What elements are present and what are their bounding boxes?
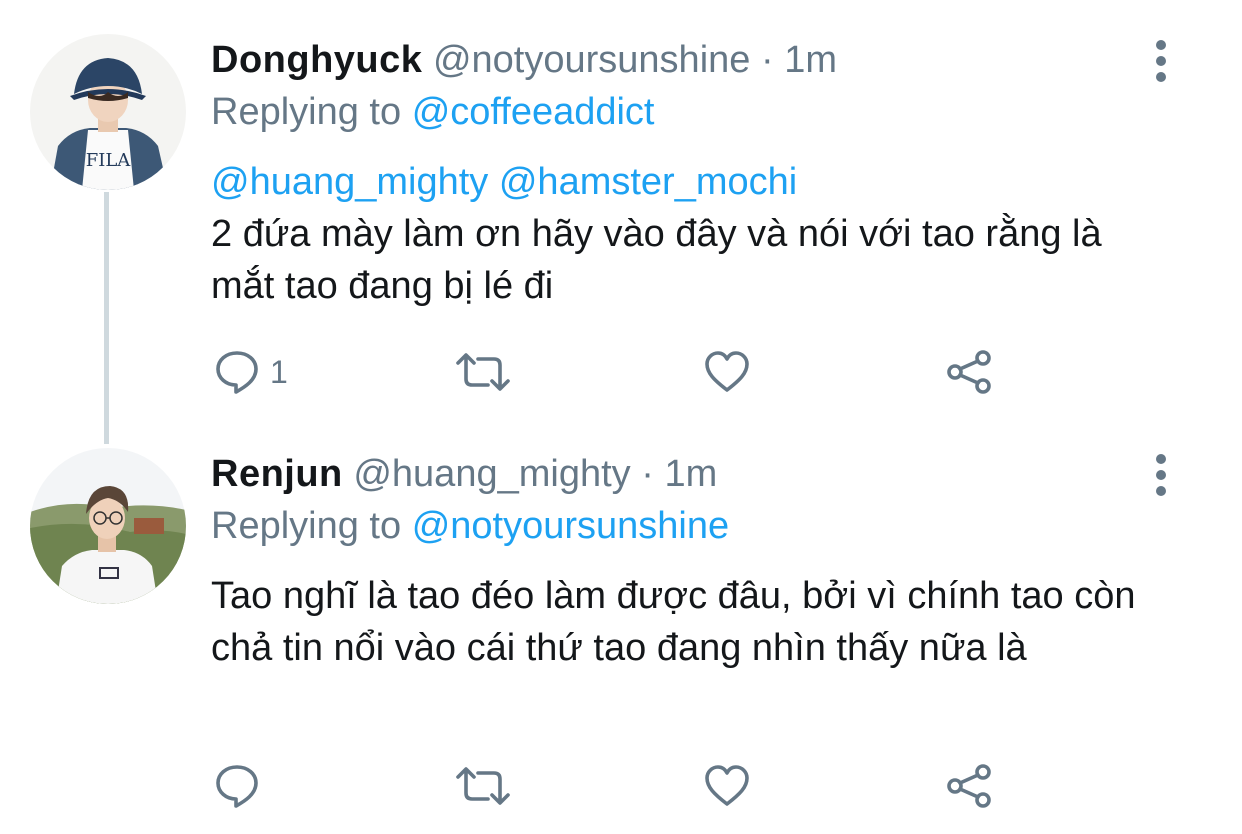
tweet-header: Donghyuck @notyoursunshine · 1m <box>211 38 837 82</box>
separator-dot: · <box>641 453 654 495</box>
more-vertical-icon[interactable] <box>1146 40 1176 86</box>
svg-text:FILA: FILA <box>86 150 132 171</box>
replying-to-line: Replying to @notyoursunshine <box>211 504 729 548</box>
user-handle[interactable]: @notyoursunshine <box>433 39 750 81</box>
replying-to-link[interactable]: @notyoursunshine <box>412 505 729 547</box>
share-icon <box>947 350 991 394</box>
share-button[interactable] <box>946 763 994 809</box>
reply-count: 1 <box>270 354 288 390</box>
display-name[interactable]: Renjun <box>211 453 343 495</box>
reply-button[interactable] <box>214 763 270 809</box>
separator-dot: · <box>760 39 774 81</box>
tweet-text: 2 đứa mày làm ơn hãy vào đây và nói với … <box>211 213 1102 307</box>
display-name[interactable]: Donghyuck <box>211 39 422 81</box>
like-button[interactable] <box>704 764 750 808</box>
retweet-icon <box>456 767 510 805</box>
tweet-text: Tao nghĩ là tao đéo làm được đâu, bởi vì… <box>211 575 1136 669</box>
thread-connector-line <box>104 192 109 444</box>
more-vertical-icon[interactable] <box>1146 454 1176 500</box>
user-handle[interactable]: @huang_mighty <box>353 453 630 495</box>
replying-to-line: Replying to @coffeeaddict <box>211 90 655 134</box>
avatar[interactable] <box>30 448 186 604</box>
reply-icon <box>216 351 258 394</box>
like-icon <box>705 765 749 806</box>
tweet-body: @huang_mighty @hamster_mochi 2 đứa mày l… <box>211 156 1151 312</box>
share-icon <box>947 764 991 808</box>
avatar-image: FILA <box>30 34 186 190</box>
tweet-body: Tao nghĩ là tao đéo làm được đâu, bởi vì… <box>211 570 1151 674</box>
avatar-image <box>30 448 186 604</box>
mentions-line[interactable]: @huang_mighty @hamster_mochi <box>211 156 1151 208</box>
like-button[interactable] <box>704 350 750 394</box>
replying-to-label: Replying to <box>211 505 402 547</box>
tweet-header: Renjun @huang_mighty · 1m <box>211 452 717 496</box>
reply-icon <box>216 765 258 808</box>
replying-to-link[interactable]: @coffeeaddict <box>412 91 655 133</box>
retweet-icon <box>456 353 510 391</box>
share-button[interactable] <box>946 349 994 395</box>
timestamp[interactable]: 1m <box>784 39 837 81</box>
retweet-button[interactable] <box>454 763 512 809</box>
avatar[interactable]: FILA <box>30 34 186 190</box>
replying-to-label: Replying to <box>211 91 402 133</box>
timestamp[interactable]: 1m <box>664 453 717 495</box>
reply-button[interactable]: 1 <box>214 349 288 395</box>
retweet-button[interactable] <box>454 349 512 395</box>
like-icon <box>705 351 749 392</box>
